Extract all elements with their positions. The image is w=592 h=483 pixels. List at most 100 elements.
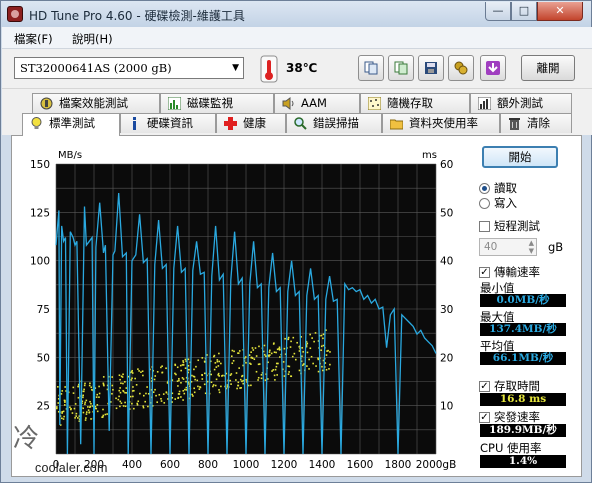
x-tick: 1000 xyxy=(233,459,260,471)
access-time-point xyxy=(178,377,180,380)
access-time-point xyxy=(282,361,285,363)
short-test-stepper[interactable]: 40 ▲ ▼ xyxy=(479,238,537,256)
access-time-point xyxy=(257,379,259,381)
access-time-point xyxy=(90,402,92,405)
write-radio[interactable] xyxy=(479,198,490,209)
access-time-point xyxy=(265,355,267,358)
access-time-point xyxy=(71,412,74,414)
menu-help[interactable]: 說明(H) xyxy=(72,31,113,47)
access-time-point xyxy=(213,354,216,357)
temperature-value: 38℃ xyxy=(286,61,318,75)
burst-rate-value: 189.9MB/秒 xyxy=(480,424,566,437)
speaker-icon xyxy=(282,97,294,110)
transfer-rate-label: 傳輸速率 xyxy=(494,265,540,279)
access-time-point xyxy=(233,350,235,353)
tab-file-benchmark[interactable]: 檔案效能測試 xyxy=(32,93,160,113)
access-time-point xyxy=(82,390,85,393)
y-tick-right: 10 xyxy=(440,401,453,413)
access-time-point xyxy=(214,384,217,387)
copy-screen-button[interactable] xyxy=(388,55,414,81)
access-time-point xyxy=(249,362,251,365)
access-time-point xyxy=(322,337,324,340)
tab-health[interactable]: 健康 xyxy=(216,113,286,133)
access-time-point xyxy=(213,368,216,371)
trash-icon xyxy=(509,118,520,130)
magnifier-icon xyxy=(294,117,307,130)
start-button[interactable]: 開始 xyxy=(482,146,558,168)
access-time-point xyxy=(89,382,91,385)
access-time-point xyxy=(216,360,219,363)
y-axis-left-label: MB/s xyxy=(58,150,82,161)
save-button[interactable] xyxy=(418,55,444,81)
access-time-point xyxy=(193,391,196,394)
menu-file[interactable]: 檔案(F) xyxy=(14,31,53,47)
access-time-point xyxy=(239,378,242,381)
access-time-point xyxy=(317,357,319,360)
download-button[interactable] xyxy=(480,55,506,81)
x-tick: 2000gB xyxy=(416,459,457,471)
exit-button[interactable]: 離開 xyxy=(521,55,575,81)
title-bar[interactable]: HD Tune Pro 4.60 - 硬碟檢測-維護工具 — □ ✕ xyxy=(1,1,591,27)
tab-benchmark[interactable]: 標準測試 xyxy=(22,113,120,136)
access-time-point xyxy=(141,370,144,373)
tab-disk-monitor[interactable]: 磁碟監視 xyxy=(160,93,274,113)
access-time-point xyxy=(84,382,86,385)
tab-info[interactable]: 硬碟資訊 xyxy=(120,113,216,133)
access-time-point xyxy=(235,379,237,381)
y-tick-right: 20 xyxy=(440,352,453,364)
tab-folder-usage[interactable]: 資料夾使用率 xyxy=(382,113,500,133)
access-time-point xyxy=(329,351,331,353)
folder-icon xyxy=(390,119,403,130)
access-time-point xyxy=(137,400,140,403)
access-time-point xyxy=(119,405,121,408)
access-time-value: 16.8 ms xyxy=(480,393,566,406)
tab-erase[interactable]: 清除 xyxy=(500,113,572,133)
access-time-point xyxy=(74,403,77,405)
access-time-point xyxy=(182,399,184,401)
close-button[interactable]: ✕ xyxy=(537,2,583,21)
tab-extra-tests[interactable]: 額外測試 xyxy=(470,93,572,113)
access-time-point xyxy=(217,365,220,367)
minimize-button[interactable]: — xyxy=(485,2,511,21)
options-button[interactable] xyxy=(448,55,474,81)
access-time-checkbox[interactable]: ✓ xyxy=(479,381,490,392)
extra-tests-icon xyxy=(478,97,491,110)
read-radio[interactable] xyxy=(479,183,490,194)
access-time-point xyxy=(263,344,266,347)
access-time-point xyxy=(302,351,304,353)
copy-text-button[interactable] xyxy=(358,55,384,81)
tab-aam[interactable]: AAM xyxy=(274,93,360,113)
cpu-usage-value: 1.4% xyxy=(480,455,566,468)
tab-error-scan-label: 錯誤掃描 xyxy=(313,116,359,130)
access-time-point xyxy=(130,379,133,381)
access-time-point xyxy=(287,338,290,341)
maximize-button[interactable]: □ xyxy=(511,2,537,21)
access-time-point xyxy=(60,393,63,395)
access-time-point xyxy=(122,405,125,407)
tab-benchmark-label: 標準測試 xyxy=(49,116,95,130)
access-time-point xyxy=(320,345,323,348)
access-time-point xyxy=(306,351,309,354)
tab-error-scan[interactable]: 錯誤掃描 xyxy=(286,113,382,133)
access-time-point xyxy=(184,367,187,369)
access-time-point xyxy=(132,386,134,388)
short-test-checkbox[interactable] xyxy=(479,221,490,232)
access-time-point xyxy=(291,355,294,358)
stepper-arrows-icon[interactable]: ▲ ▼ xyxy=(529,239,534,255)
tab-random-access[interactable]: 隨機存取 xyxy=(360,93,470,113)
access-time-point xyxy=(279,356,281,358)
access-time-point xyxy=(218,391,221,394)
tab-erase-label: 清除 xyxy=(527,116,550,130)
access-time-point xyxy=(197,385,199,388)
access-time-point xyxy=(57,402,60,404)
tab-info-label: 硬碟資訊 xyxy=(147,116,193,130)
drive-select[interactable]: ST32000641AS (2000 gB) ▼ xyxy=(14,57,244,79)
burst-rate-checkbox[interactable]: ✓ xyxy=(479,412,490,423)
access-time-point xyxy=(75,412,78,415)
access-time-point xyxy=(278,349,281,351)
transfer-rate-checkbox[interactable]: ✓ xyxy=(479,267,490,278)
access-time-point xyxy=(174,372,176,375)
access-time-point xyxy=(140,371,142,374)
access-time-point xyxy=(156,371,159,373)
access-time-point xyxy=(139,392,141,395)
